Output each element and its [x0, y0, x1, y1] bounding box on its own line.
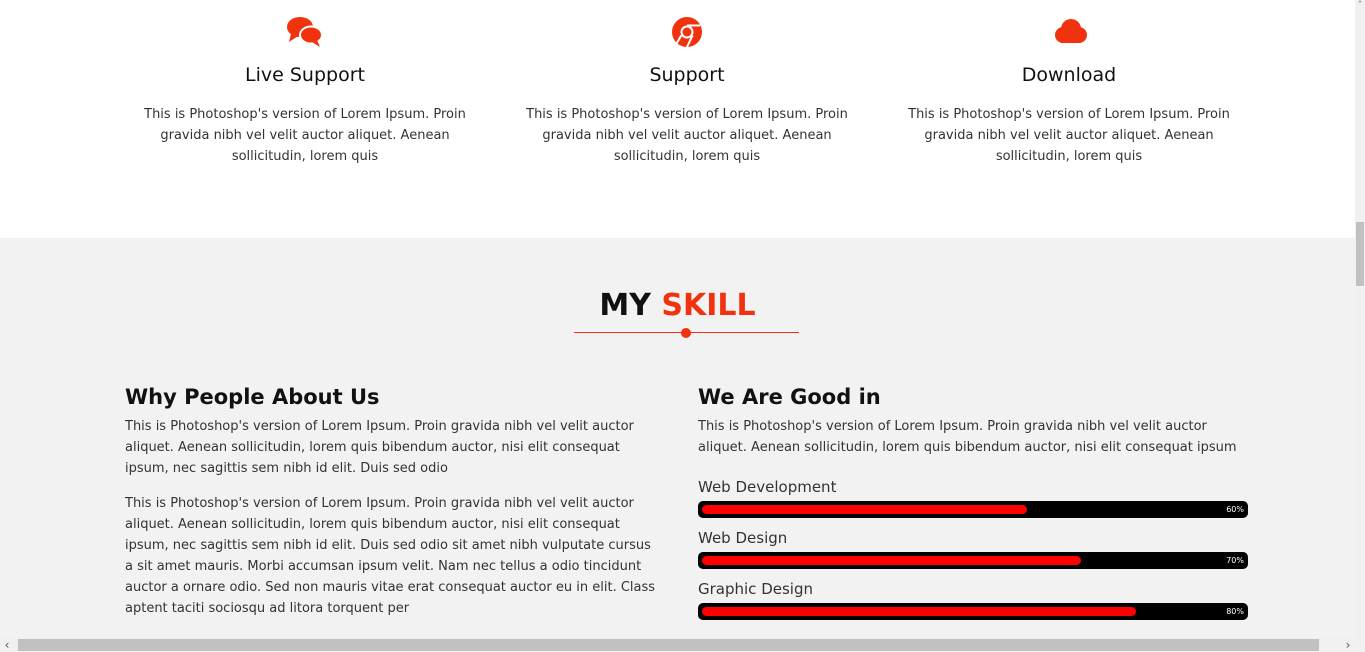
service-title: Live Support [245, 64, 365, 86]
chat-bubbles-icon [285, 14, 325, 50]
skill-label: Web Design [698, 529, 788, 547]
good-in-heading: We Are Good in [698, 385, 881, 409]
skill-progress-fill [702, 505, 1027, 514]
skill-percent: 80% [1226, 607, 1244, 616]
skill-label: Web Development [698, 478, 837, 496]
service-description: This is Photoshop's version of Lorem Ips… [526, 107, 848, 164]
horizontal-scrollbar[interactable]: ‹ › [0, 638, 1365, 652]
skill-item-web-development: Web Development 60% [698, 476, 1248, 518]
vertical-scrollbar[interactable]: ˄ [1355, 0, 1365, 638]
chrome-icon [667, 14, 707, 50]
service-title: Support [649, 64, 725, 86]
title-divider-dot [681, 328, 691, 338]
skill-percent: 60% [1226, 505, 1244, 514]
skill-percent: 70% [1226, 556, 1244, 565]
skill-progress-fill [702, 556, 1081, 565]
services-section: Live Support This is Photoshop's version… [0, 0, 1355, 238]
cloud-icon [1049, 14, 1089, 50]
good-in-paragraph: This is Photoshop's version of Lorem Ips… [698, 419, 1237, 455]
scroll-left-arrow-icon[interactable]: ‹ [0, 638, 14, 652]
section-title: MY SKILL [0, 288, 1355, 323]
skill-progress-bar: 70% [698, 552, 1248, 569]
good-in-column: We Are Good in This is Photoshop's versi… [698, 382, 1248, 620]
skill-progress-fill [702, 607, 1136, 616]
skill-item-web-design: Web Design 70% [698, 527, 1248, 569]
why-people-paragraph-1: This is Photoshop's version of Lorem Ips… [125, 419, 634, 476]
service-title: Download [1021, 64, 1117, 86]
vertical-scrollbar-thumb[interactable] [1356, 222, 1364, 286]
section-title-main: MY [599, 288, 651, 323]
scroll-up-arrow-icon[interactable]: ˄ [1356, 0, 1364, 10]
scroll-right-arrow-icon[interactable]: › [1341, 638, 1355, 652]
skill-label: Graphic Design [698, 580, 813, 598]
why-people-column: Why People About Us This is Photoshop's … [125, 382, 657, 619]
skill-section: MY SKILL Why People About Us This is Pho… [0, 238, 1355, 652]
why-people-paragraph-2: This is Photoshop's version of Lorem Ips… [125, 496, 656, 616]
service-description: This is Photoshop's version of Lorem Ips… [144, 107, 466, 164]
service-description: This is Photoshop's version of Lorem Ips… [908, 107, 1230, 164]
skill-progress-bar: 60% [698, 501, 1248, 518]
section-title-accent: SKILL [661, 288, 756, 323]
skill-item-graphic-design: Graphic Design 80% [698, 578, 1248, 620]
why-people-heading: Why People About Us [125, 385, 380, 409]
skill-progress-bar: 80% [698, 603, 1248, 620]
horizontal-scrollbar-thumb[interactable] [18, 639, 1319, 651]
